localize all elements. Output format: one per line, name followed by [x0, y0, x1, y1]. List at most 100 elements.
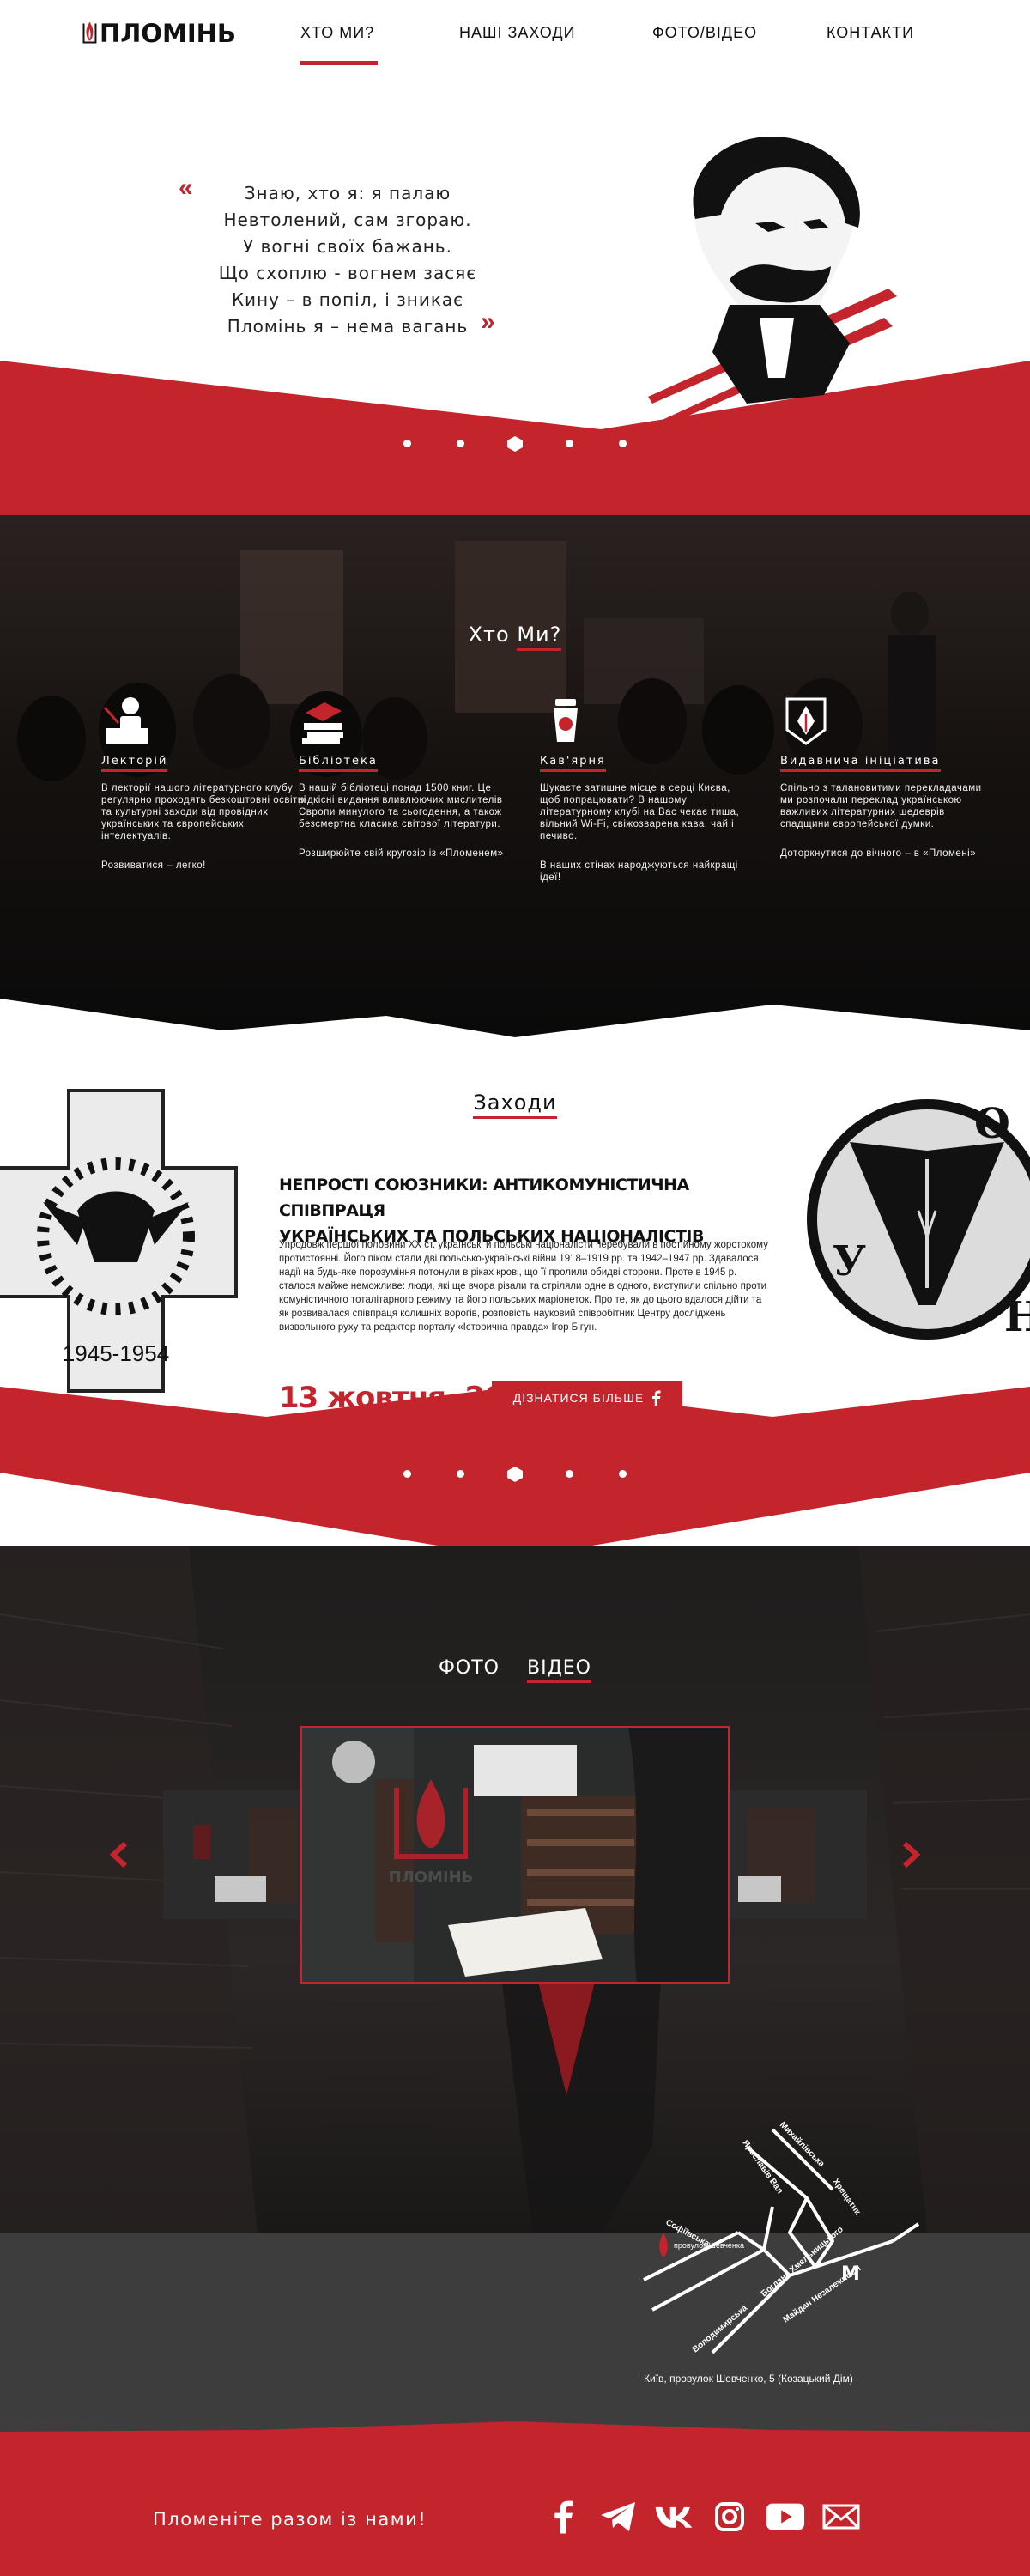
slider-dot[interactable] [619, 1470, 627, 1478]
cross-badge-image: 1945-1954 [0, 1089, 238, 1393]
feature-title: Бібліотека [299, 755, 378, 772]
slider-dot[interactable] [619, 440, 627, 447]
tab-photo[interactable]: ФОТО [439, 1657, 500, 1679]
slide-prev-image [163, 1790, 300, 1919]
chevron-left-icon [109, 1841, 128, 1868]
nav-item-media[interactable]: ФОТО/ВІДЕО [652, 0, 772, 65]
emblem-letter: У [833, 1237, 866, 1285]
learn-more-button[interactable]: ДІЗНАТИСЯ БІЛЬШЕ [492, 1381, 682, 1415]
oun-emblem-image: О У Н [807, 1099, 1030, 1341]
telegram-link[interactable] [598, 2497, 638, 2537]
instagram-icon [715, 2502, 744, 2531]
nietzsche-portrait [614, 137, 897, 447]
feature-text: Спільно з талановитими перекладачами ми … [780, 783, 982, 829]
media-tabs: ФОТО ВІДЕО [0, 1657, 1030, 1683]
map-marker-icon [659, 2233, 668, 2257]
slider-dot[interactable] [403, 1470, 411, 1478]
logo-text: ПЛОМІНЬ [99, 19, 236, 48]
books-icon [302, 702, 343, 744]
poem: Знаю, хто я: я палаю Невтолений, сам зго… [197, 180, 498, 340]
poem-line: Що схоплю - вогнем засяє [218, 263, 477, 283]
tab-video[interactable]: ВІДЕО [527, 1657, 591, 1683]
feature-publishing: Видавнича ініціатива Спільно з талановит… [780, 696, 986, 860]
nav-item-who[interactable]: ХТО МИ? [300, 0, 378, 65]
mail-link[interactable] [821, 2497, 861, 2537]
slide-next[interactable] [730, 1790, 867, 1919]
nav-item-contacts[interactable]: КОНТАКТИ [827, 0, 930, 65]
mail-icon [822, 2504, 860, 2530]
badge-years: 1945-1954 [63, 1340, 169, 1366]
slider-dot-active[interactable] [507, 1467, 523, 1482]
coffee-cup-icon [554, 699, 578, 742]
street-label: Хрещатик [831, 2177, 863, 2217]
feature-text: В нашій бібліотеці понад 1500 книг. Це р… [299, 783, 503, 829]
nav-item-events[interactable]: НАШІ ЗАХОДИ [459, 0, 588, 65]
map-place-label: провулок Шевченка [674, 2241, 744, 2250]
who-title-a: Хто [468, 623, 518, 647]
who-section: Хто Ми? Лекторій В лекторії нашого літер… [0, 515, 1030, 1065]
feature-text: В лекторії нашого літературного клубу ре… [101, 783, 306, 841]
feature-cta: Розширюйте свій кругозір із «Пломенем» [299, 848, 504, 859]
poem-line: У вогні своїх бажань. [243, 236, 452, 257]
quote-open: « [179, 173, 193, 202]
events-slider-dots [403, 1466, 627, 1483]
feature-title: Лекторій [101, 755, 168, 772]
vk-icon [655, 2506, 693, 2528]
emblem-letter: Н [1004, 1293, 1030, 1341]
events-section: Заходи 1945-1954 НЕПРОСТІ СОЮЗНИКИ: АНТИ… [0, 1013, 1030, 1558]
feature-cafe: Кав'ярня Шукаєте затишне місце в серці К… [540, 696, 746, 884]
feature-title: Видавнича ініціатива [780, 755, 941, 772]
facebook-link[interactable] [542, 2497, 582, 2537]
slide-caption: ПЛОМІНЬ [389, 1868, 474, 1886]
feature-lecture: Лекторій В лекторії нашого літературного… [101, 696, 307, 872]
footer-red-band [0, 2421, 1030, 2576]
event-title-line: НЕПРОСТІ СОЮЗНИКИ: АНТИКОМУНІСТИЧНА СПІВ… [279, 1176, 689, 1220]
feature-cta: В наших стінах народжуються найкращі іде… [540, 860, 738, 883]
facebook-icon [652, 1390, 661, 1406]
quote-close: » [481, 307, 495, 336]
youtube-icon [766, 2503, 805, 2530]
slider-dot[interactable] [566, 440, 573, 447]
logo[interactable]: ПЛОМІНЬ [82, 7, 236, 60]
slider-dot[interactable] [566, 1470, 573, 1478]
slider-dot-active[interactable] [507, 436, 523, 452]
instagram-link[interactable] [710, 2497, 749, 2537]
site-header: ПЛОМІНЬ ХТО МИ? НАШІ ЗАХОДИ ФОТО/ВІДЕО К… [0, 0, 1030, 69]
address: Київ, провулок Шевченко, 5 (Козацький Ді… [644, 2372, 853, 2385]
emblem-letter: О [974, 1100, 1010, 1148]
poem-line: Кину – в попіл, і зникає [231, 289, 464, 310]
slide-current-image: ПЛОМІНЬ [302, 1728, 728, 1982]
poem-line: Пломінь я – нема вагань [227, 316, 469, 337]
youtube-link[interactable] [766, 2497, 805, 2537]
feature-library: Бібліотека В нашій бібліотеці понад 1500… [299, 696, 505, 860]
slide-next-image [730, 1790, 867, 1919]
metro-icon: М [841, 2263, 860, 2285]
prev-arrow[interactable] [107, 1841, 133, 1868]
who-title: Хто Ми? [0, 623, 1030, 651]
feature-title: Кав'ярня [540, 755, 606, 772]
social-links [542, 2497, 861, 2537]
event-description: Упродовж першої половини ХХ ст. українсь… [279, 1240, 768, 1333]
slider-dot[interactable] [403, 440, 411, 447]
facebook-icon [554, 2500, 573, 2534]
poem-line: Знаю, хто я: я палаю [244, 183, 451, 204]
pen-nib-icon [785, 697, 827, 745]
hero-slider-dots [403, 435, 627, 453]
telegram-icon [601, 2502, 635, 2531]
street-label: Ярославів Вал [741, 2138, 785, 2196]
street-label: Михайлівська [778, 2120, 827, 2169]
lecture-icon [103, 697, 148, 744]
feature-text: Шукаєте затишне місце в серці Києва, щоб… [540, 783, 740, 841]
feature-cta: Доторкнутися до вічного – в «Пломені» [780, 848, 977, 859]
feature-cta: Розвиватися – легко! [101, 860, 206, 871]
location-map[interactable]: Ярославів Вал Михайлівська Софіївська Во… [635, 2095, 927, 2387]
chevron-right-icon [902, 1841, 921, 1868]
next-arrow[interactable] [897, 1841, 923, 1868]
slide-prev[interactable] [163, 1790, 300, 1919]
slider-dot[interactable] [457, 1470, 464, 1478]
slide-current[interactable]: ПЛОМІНЬ [300, 1726, 730, 1984]
slider-dot[interactable] [457, 440, 464, 447]
hero-section: « Знаю, хто я: я палаю Невтолений, сам з… [0, 69, 1030, 584]
vk-link[interactable] [654, 2497, 694, 2537]
learn-more-label: ДІЗНАТИСЯ БІЛЬШЕ [512, 1391, 645, 1405]
